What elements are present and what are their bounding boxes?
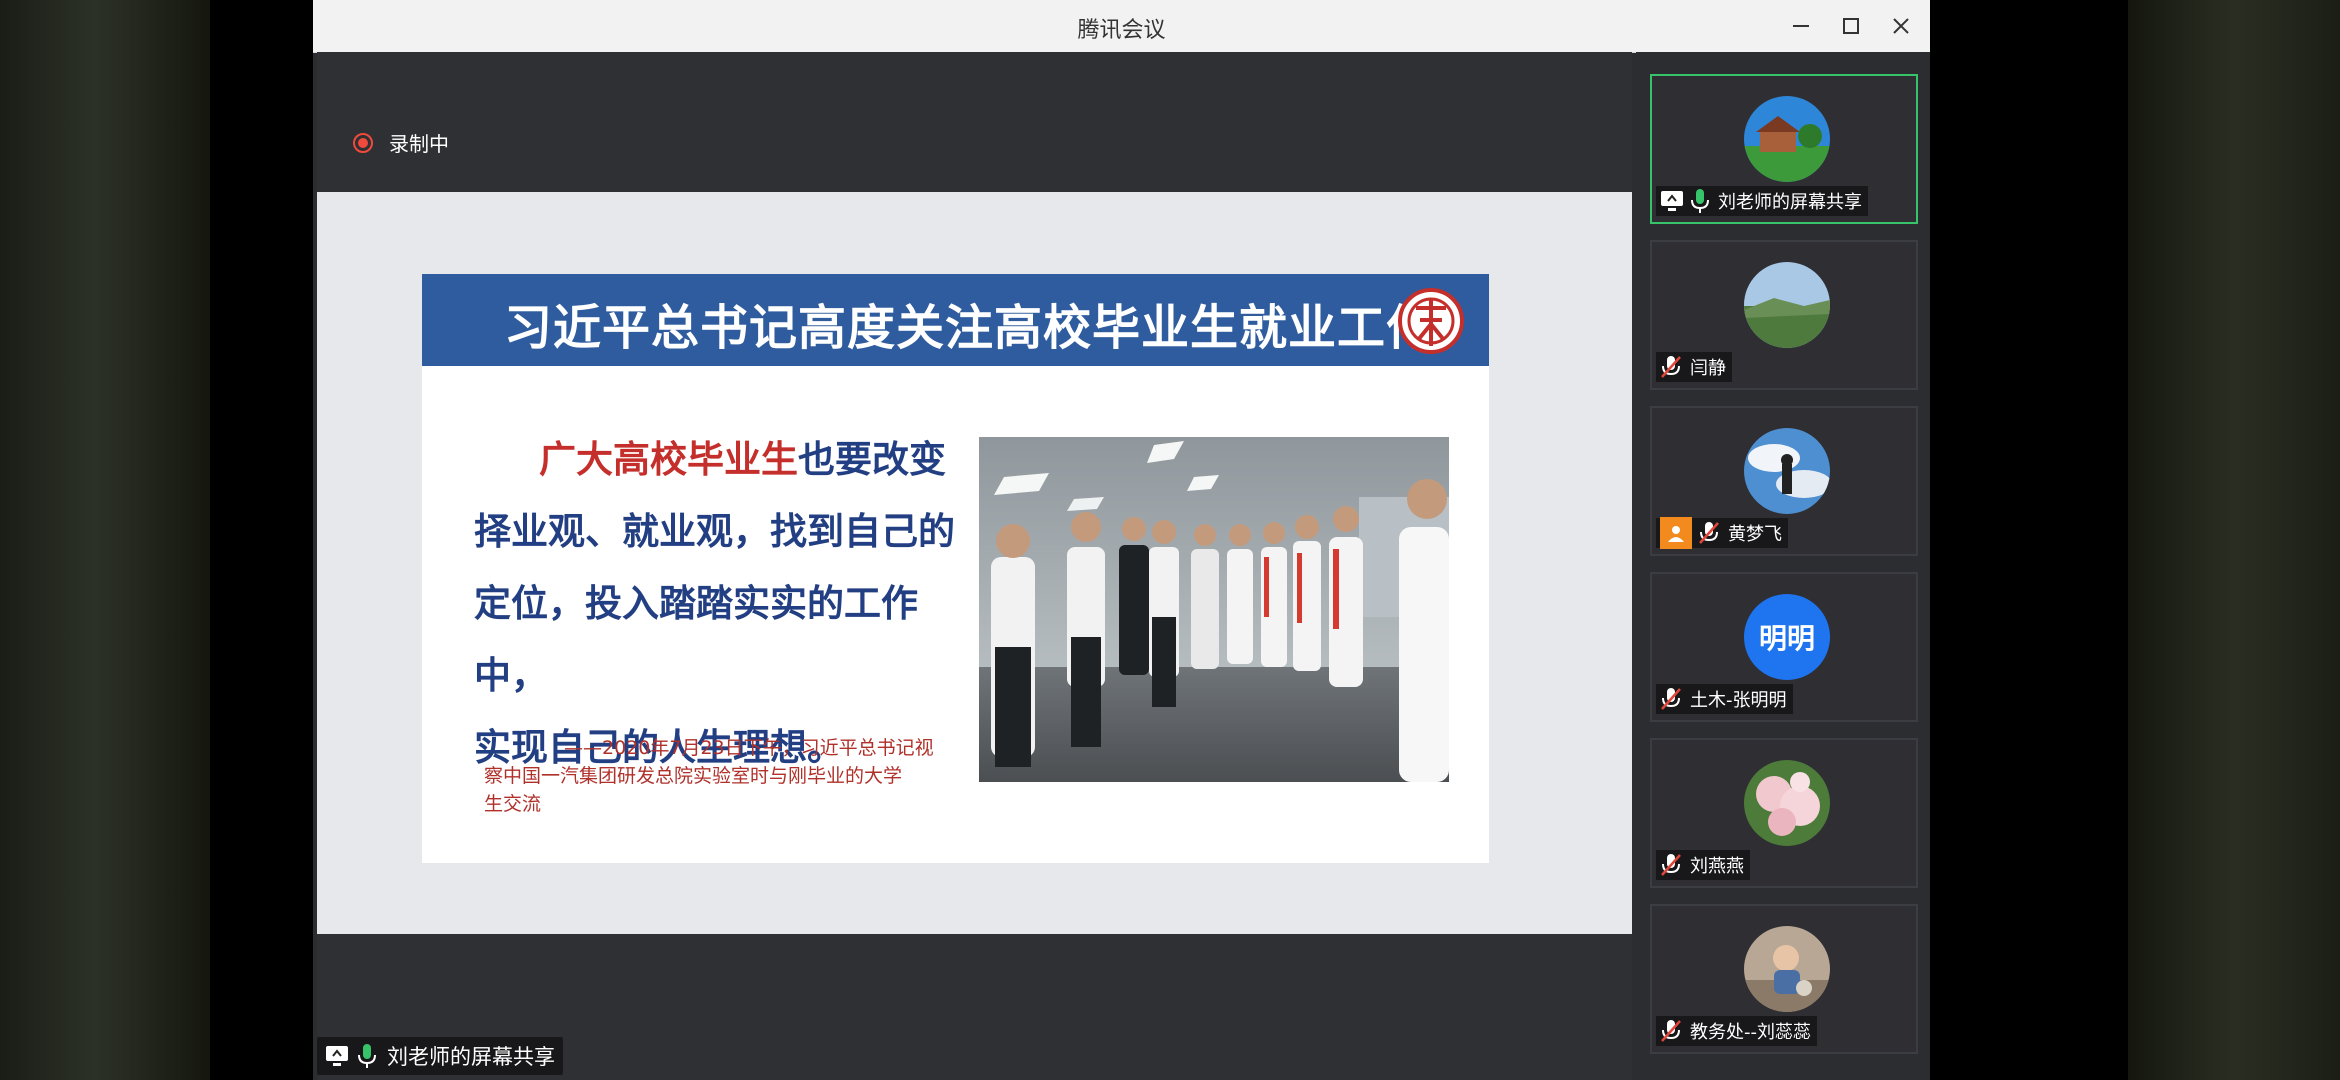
record-icon: [353, 132, 373, 153]
close-button[interactable]: [1881, 6, 1921, 46]
screen-share-icon: [1661, 191, 1683, 211]
mic-on-icon: [358, 1044, 376, 1068]
title-bar: 腾讯会议: [313, 0, 1930, 53]
slide-quote: 广大高校毕业生也要改变 择业观、就业观，找到自己的 定位，投入踏踏实实的工作中，…: [474, 424, 974, 784]
participant-avatar: [1744, 96, 1830, 182]
meeting-window: 腾讯会议 录制中 习近平总书记高度关注高校毕业生就业工作 广大高校毕业生也要改变…: [313, 0, 1930, 1080]
screen-share-bar[interactable]: 刘老师的屏幕共享: [317, 1037, 563, 1075]
share-bar-label: 刘老师的屏幕共享: [387, 1045, 555, 1069]
participant-tag: 刘燕燕: [1656, 850, 1750, 880]
recording-indicator: 录制中: [353, 128, 449, 157]
main-view: 录制中 习近平总书记高度关注高校毕业生就业工作 广大高校毕业生也要改变 择业观、…: [317, 52, 1632, 1080]
quote-highlight: 广大高校毕业生: [539, 438, 798, 481]
background-right: [2128, 0, 2340, 1080]
background-left: [0, 0, 210, 1080]
window-title: 腾讯会议: [1077, 18, 1166, 43]
participant-tag: 刘老师的屏幕共享: [1656, 186, 1868, 216]
participant-tile[interactable]: 黄梦飞: [1650, 406, 1918, 556]
participant-avatar: [1744, 262, 1830, 348]
participant-avatar-text: 明明: [1744, 594, 1830, 680]
maximize-button[interactable]: [1831, 6, 1871, 46]
slide-photo: [979, 437, 1449, 782]
participant-tag: 土木-张明明: [1656, 684, 1793, 714]
participant-list: 刘老师的屏幕共享 闫静 黄梦飞 明明 土木-张明明 刘燕燕 教务处--刘蕊蕊: [1636, 52, 1930, 1080]
participant-tag: 教务处--刘蕊蕊: [1656, 1016, 1817, 1046]
participant-name: 黄梦飞: [1728, 524, 1782, 545]
participant-tile[interactable]: 闫静: [1650, 240, 1918, 390]
presentation-slide: 习近平总书记高度关注高校毕业生就业工作 广大高校毕业生也要改变 择业观、就业观，…: [422, 274, 1489, 863]
quote-line-2: 择业观、就业观，找到自己的: [474, 510, 955, 553]
mic-muted-icon: [1661, 854, 1681, 876]
person-icon: [1660, 517, 1692, 549]
close-icon: [1893, 18, 1909, 34]
participant-name: 刘燕燕: [1690, 856, 1744, 877]
mic-on-icon: [1691, 189, 1709, 213]
shared-screen: 习近平总书记高度关注高校毕业生就业工作 广大高校毕业生也要改变 择业观、就业观，…: [317, 192, 1632, 934]
caption-line-2: 察中国一汽集团研发总院实验室时与刚毕业的大学: [484, 765, 903, 787]
participant-avatar: [1744, 926, 1830, 1012]
participant-tile[interactable]: 教务处--刘蕊蕊: [1650, 904, 1918, 1054]
participant-name: 教务处--刘蕊蕊: [1690, 1022, 1811, 1043]
participant-tag: 闫静: [1656, 352, 1732, 382]
quote-line-1: 也要改变: [798, 438, 946, 481]
emblem-icon: [1398, 288, 1464, 354]
participant-tag: 黄梦飞: [1656, 517, 1788, 549]
caption-line-3: 生交流: [484, 793, 542, 815]
screen-share-icon: [326, 1046, 348, 1066]
participant-name: 闫静: [1690, 358, 1726, 379]
slide-title: 习近平总书记高度关注高校毕业生就业工作: [504, 300, 1436, 356]
mic-muted-icon: [1699, 522, 1719, 544]
slide-header: 习近平总书记高度关注高校毕业生就业工作: [422, 274, 1489, 366]
mic-muted-icon: [1661, 356, 1681, 378]
participant-avatar: [1744, 428, 1830, 514]
maximize-icon: [1843, 18, 1859, 34]
participant-avatar: [1744, 760, 1830, 846]
minimize-button[interactable]: [1781, 6, 1821, 46]
participant-name: 刘老师的屏幕共享: [1718, 192, 1862, 213]
participant-tile[interactable]: 刘燕燕: [1650, 738, 1918, 888]
participant-name: 土木-张明明: [1690, 690, 1787, 711]
recording-label: 录制中: [389, 132, 449, 156]
mic-muted-icon: [1661, 1020, 1681, 1042]
participant-tile[interactable]: 明明 土木-张明明: [1650, 572, 1918, 722]
slide-caption: ——2020年7月23日下午，习近平总书记视 察中国一汽集团研发总院实验室时与刚…: [484, 734, 974, 818]
minimize-icon: [1793, 25, 1809, 27]
mic-muted-icon: [1661, 688, 1681, 710]
caption-line-1: ——2020年7月23日下午，习近平总书记视: [564, 737, 934, 759]
quote-line-3: 定位，投入踏踏实实的工作中，: [474, 582, 918, 697]
participant-tile[interactable]: 刘老师的屏幕共享: [1650, 74, 1918, 224]
